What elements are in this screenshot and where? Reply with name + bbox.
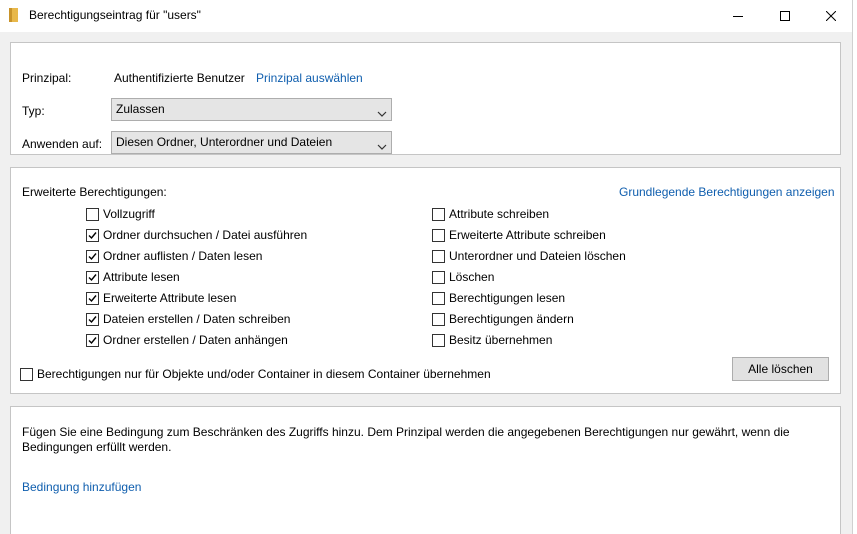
left-permission-row[interactable]: Dateien erstellen / Daten schreiben (86, 311, 290, 327)
left-permission-row[interactable]: Ordner durchsuchen / Datei ausführen (86, 227, 307, 243)
permission-checkbox[interactable] (86, 312, 99, 326)
right-permission-row[interactable]: Besitz übernehmen (432, 332, 552, 348)
principal-label: Prinzipal: (22, 71, 72, 85)
permission-label: Dateien erstellen / Daten schreiben (103, 312, 291, 326)
permission-label: Berechtigungen ändern (449, 312, 574, 326)
type-label: Typ: (22, 104, 45, 118)
inherit-only-label: Berechtigungen nur für Objekte und/oder … (37, 367, 491, 381)
apply-to-select-value: Diesen Ordner, Unterordner und Dateien (116, 135, 333, 149)
permission-label: Ordner auflisten / Daten lesen (103, 249, 263, 263)
folder-icon (9, 8, 18, 22)
maximize-icon (780, 10, 790, 21)
permission-checkbox[interactable] (432, 207, 445, 221)
right-permission-row[interactable]: Attribute schreiben (432, 206, 549, 222)
right-permission-row[interactable]: Berechtigungen ändern (432, 311, 574, 327)
type-select[interactable]: Zulassen (111, 98, 392, 121)
condition-description-line2: Bedingungen erfüllt werden. (22, 440, 172, 454)
select-principal-link[interactable]: Prinzipal auswählen (256, 71, 363, 85)
permission-label: Attribute schreiben (449, 207, 550, 221)
permission-label: Erweiterte Attribute lesen (103, 291, 237, 305)
close-icon (826, 10, 836, 21)
inherit-only-checkbox-row[interactable]: Berechtigungen nur für Objekte und/oder … (20, 366, 491, 382)
minimize-button[interactable] (715, 0, 761, 31)
permission-checkbox[interactable] (432, 228, 445, 242)
left-permission-row[interactable]: Erweiterte Attribute lesen (86, 290, 236, 306)
basic-permissions-link[interactable]: Grundlegende Berechtigungen anzeigen (619, 185, 835, 199)
permission-checkbox[interactable] (432, 333, 445, 347)
left-permission-row[interactable]: Ordner auflisten / Daten lesen (86, 248, 262, 264)
advanced-permissions-panel: Erweiterte Berechtigungen: Grundlegende … (10, 167, 841, 394)
permission-checkbox[interactable] (432, 270, 445, 284)
permission-label: Berechtigungen lesen (449, 291, 566, 305)
dialog-content: Prinzipal: Authentifizierte Benutzer Pri… (0, 32, 852, 534)
chevron-down-icon (377, 106, 387, 120)
right-permission-row[interactable]: Berechtigungen lesen (432, 290, 565, 306)
window-edge (852, 0, 857, 534)
type-select-value: Zulassen (116, 102, 165, 116)
principal-panel: Prinzipal: Authentifizierte Benutzer Pri… (10, 42, 841, 155)
chevron-down-icon (377, 139, 387, 153)
permission-checkbox[interactable] (86, 249, 99, 263)
permission-checkbox[interactable] (432, 312, 445, 326)
permission-label: Attribute lesen (103, 270, 180, 284)
permission-entry-window: Berechtigungseintrag für "users" Prinzip… (0, 0, 857, 534)
condition-panel: Fügen Sie eine Bedingung zum Beschränken… (10, 406, 841, 534)
permission-label: Löschen (449, 270, 495, 284)
close-button[interactable] (808, 0, 854, 31)
permission-checkbox[interactable] (432, 291, 445, 305)
maximize-button[interactable] (762, 0, 808, 31)
left-permission-row[interactable]: Attribute lesen (86, 269, 180, 285)
condition-description: Fügen Sie eine Bedingung zum Beschränken… (22, 425, 790, 439)
advanced-permissions-heading: Erweiterte Berechtigungen: (22, 185, 167, 199)
permission-checkbox[interactable] (86, 270, 99, 284)
left-permission-row[interactable]: Vollzugriff (86, 206, 155, 222)
permission-checkbox[interactable] (432, 249, 445, 263)
right-permission-row[interactable]: Unterordner und Dateien löschen (432, 248, 626, 264)
clear-all-button[interactable]: Alle löschen (732, 357, 829, 381)
permission-label: Ordner durchsuchen / Datei ausführen (103, 228, 308, 242)
permission-label: Ordner erstellen / Daten anhängen (103, 333, 288, 347)
permission-label: Erweiterte Attribute schreiben (449, 228, 606, 242)
permission-label: Unterordner und Dateien löschen (449, 249, 626, 263)
add-condition-link[interactable]: Bedingung hinzufügen (22, 480, 141, 494)
permission-label: Vollzugriff (103, 207, 155, 221)
permission-checkbox[interactable] (86, 291, 99, 305)
principal-value: Authentifizierte Benutzer (114, 71, 245, 85)
permission-checkbox[interactable] (86, 228, 99, 242)
permission-checkbox[interactable] (86, 333, 99, 347)
right-permission-row[interactable]: Erweiterte Attribute schreiben (432, 227, 606, 243)
permission-checkbox[interactable] (86, 207, 99, 221)
window-title: Berechtigungseintrag für "users" (29, 8, 201, 22)
title-bar[interactable]: Berechtigungseintrag für "users" (0, 0, 852, 32)
permission-label: Besitz übernehmen (449, 333, 553, 347)
apply-to-select[interactable]: Diesen Ordner, Unterordner und Dateien (111, 131, 392, 154)
minimize-icon (733, 11, 743, 21)
left-permission-row[interactable]: Ordner erstellen / Daten anhängen (86, 332, 288, 348)
apply-to-label: Anwenden auf: (22, 137, 103, 151)
inherit-only-checkbox[interactable] (20, 367, 33, 381)
right-permission-row[interactable]: Löschen (432, 269, 494, 285)
